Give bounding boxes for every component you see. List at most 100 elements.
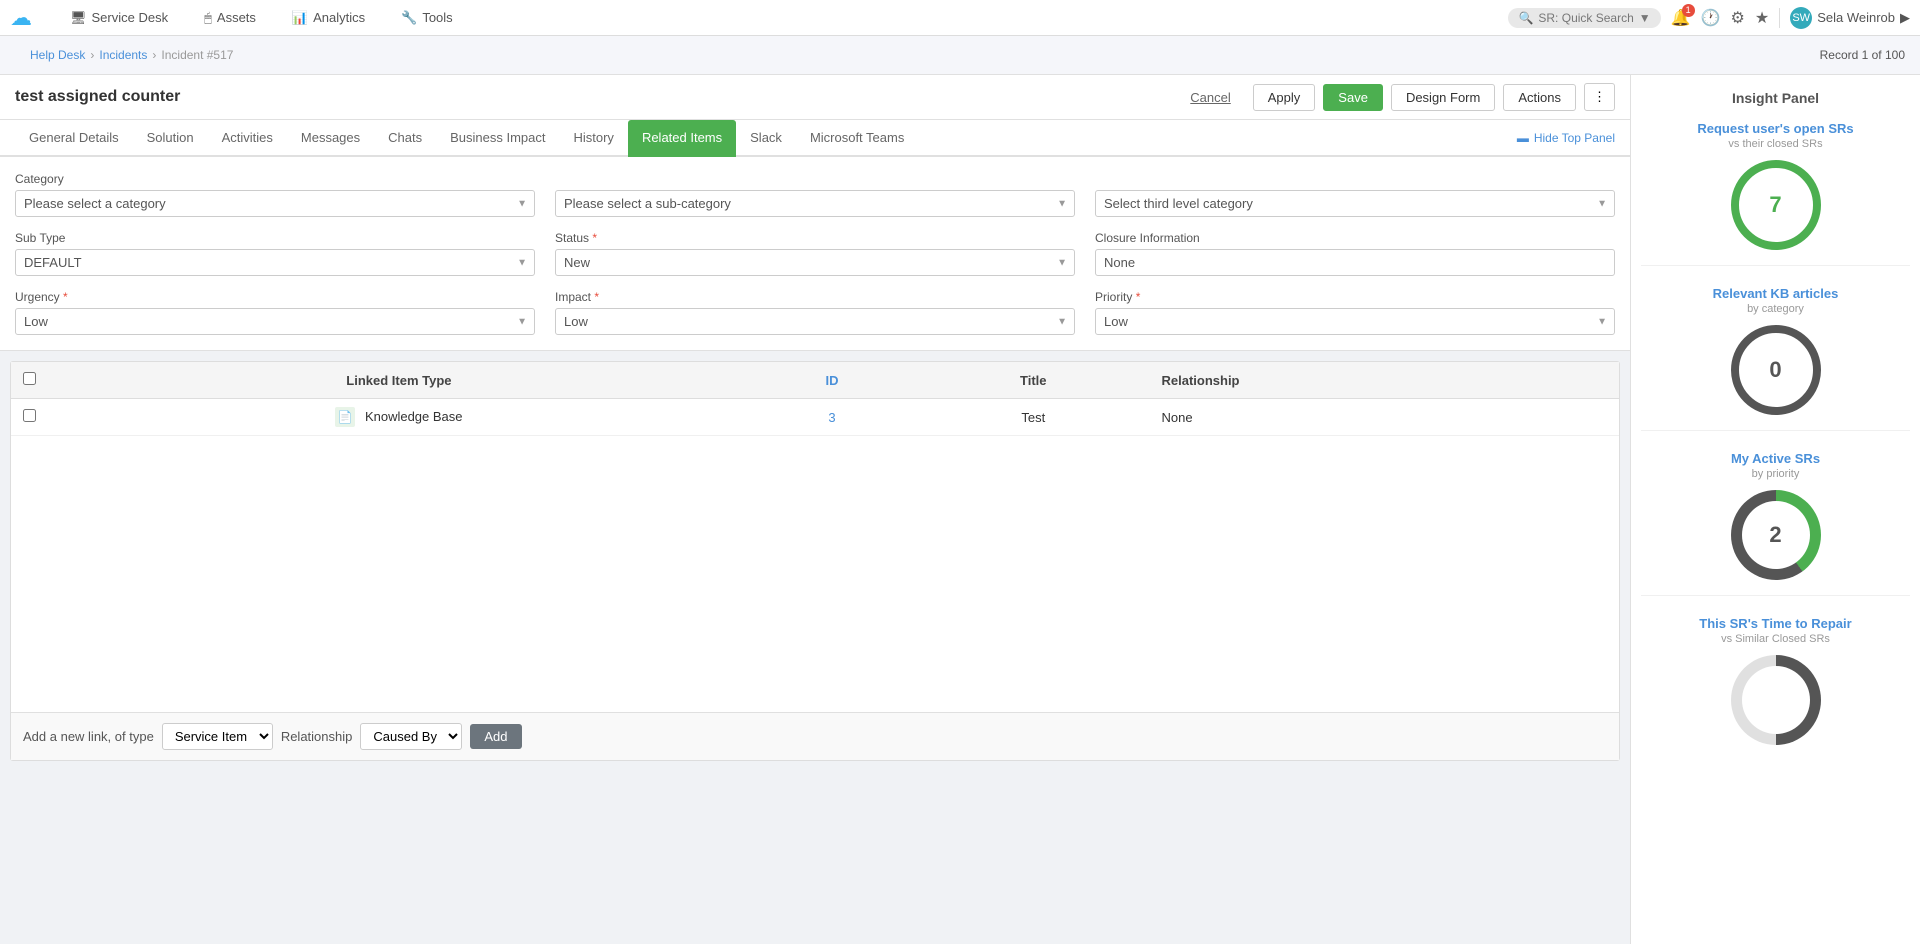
breadcrumb-sep2: ›: [152, 48, 156, 62]
impact-label: Impact *: [555, 290, 1075, 304]
linked-items-table: Linked Item Type ID Title Relationship: [11, 362, 1619, 712]
star-icon[interactable]: ★: [1755, 8, 1769, 28]
notification-badge: 1: [1682, 4, 1695, 17]
link-type-select[interactable]: Service Item: [162, 723, 273, 750]
tools-icon: 🔧: [401, 10, 417, 26]
subcategory-label: [555, 172, 1075, 186]
table-scroll-area[interactable]: Linked Item Type ID Title Relationship: [11, 362, 1619, 712]
table-row: 📄 Knowledge Base 3 Test None: [11, 399, 1619, 436]
urgency-row: Urgency * Low Impact * Low: [15, 290, 1615, 335]
tab-slack[interactable]: Slack: [736, 120, 796, 157]
subtype-select[interactable]: DEFAULT: [15, 249, 535, 276]
user-menu[interactable]: SW Sela Weinrob ▶: [1790, 7, 1910, 29]
subtype-group: Sub Type DEFAULT: [15, 231, 535, 276]
user-chevron-icon: ▶: [1900, 10, 1910, 26]
nav-tools[interactable]: 🔧 Tools: [393, 10, 461, 26]
logo-icon[interactable]: ☁: [10, 5, 32, 31]
closure-group: Closure Information: [1095, 231, 1615, 276]
hide-top-panel-button[interactable]: ▬ Hide Top Panel: [1517, 131, 1615, 145]
insight-card-repair-title: This SR's Time to Repair: [1641, 616, 1910, 631]
breadcrumb-sep1: ›: [90, 48, 94, 62]
tab-chats[interactable]: Chats: [374, 120, 436, 157]
row-checkbox[interactable]: [23, 409, 36, 422]
tabs-bar: General Details Solution Activities Mess…: [0, 120, 1630, 157]
tab-messages[interactable]: Messages: [287, 120, 374, 157]
insight-donut-gray: 0: [1731, 325, 1821, 415]
row-title-cell: Test: [917, 399, 1149, 436]
priority-select[interactable]: Low: [1095, 308, 1615, 335]
closure-input[interactable]: [1095, 249, 1615, 276]
subcategory-select[interactable]: Please select a sub-category: [555, 190, 1075, 217]
notifications-button[interactable]: 🔔 1: [1671, 8, 1691, 28]
add-link-label: Add a new link, of type: [23, 729, 154, 744]
settings-icon[interactable]: ⚙: [1731, 8, 1745, 28]
tab-general-details[interactable]: General Details: [15, 120, 133, 157]
page-title: test assigned counter: [15, 88, 1176, 106]
hide-panel-icon: ▬: [1517, 131, 1529, 145]
insight-donut-green: 7: [1731, 160, 1821, 250]
insight-card-time-to-repair: This SR's Time to Repair vs Similar Clos…: [1641, 616, 1910, 760]
status-label: Status *: [555, 231, 1075, 245]
third-level-select[interactable]: Select third level category: [1095, 190, 1615, 217]
breadcrumb-helpdesk[interactable]: Help Desk: [30, 48, 85, 62]
row-relationship-cell: None: [1149, 399, 1619, 436]
insight-card-active-srs: My Active SRs by priority 2: [1641, 451, 1910, 596]
assets-icon: 🖱: [204, 10, 212, 26]
insight-card-open-srs-subtitle: vs their closed SRs: [1641, 138, 1910, 150]
relationship-label: Relationship: [281, 729, 353, 744]
insight-card-repair-subtitle: vs Similar Closed SRs: [1641, 633, 1910, 645]
clock-icon[interactable]: 🕐: [1701, 8, 1721, 28]
category-label: Category: [15, 172, 535, 186]
insight-card-kb-title: Relevant KB articles: [1641, 286, 1910, 301]
nav-analytics[interactable]: 📊 Analytics: [284, 10, 373, 26]
breadcrumb-incidents[interactable]: Incidents: [99, 48, 147, 62]
impact-select[interactable]: Low: [555, 308, 1075, 335]
insight-card-active-title: My Active SRs: [1641, 451, 1910, 466]
tab-related-items[interactable]: Related Items: [628, 120, 736, 157]
subtype-label: Sub Type: [15, 231, 535, 245]
save-button[interactable]: Save: [1323, 84, 1383, 111]
relationship-select[interactable]: Caused By: [360, 723, 462, 750]
tab-activities[interactable]: Activities: [208, 120, 287, 157]
insight-donut-half: [1731, 655, 1821, 745]
urgency-label: Urgency *: [15, 290, 535, 304]
apply-button[interactable]: Apply: [1253, 84, 1316, 111]
third-level-category-group: Select third level category: [1095, 172, 1615, 217]
knowledge-base-icon: 📄: [335, 407, 355, 427]
select-all-checkbox[interactable]: [23, 372, 36, 385]
tab-history[interactable]: History: [559, 120, 627, 157]
tab-microsoft-teams[interactable]: Microsoft Teams: [796, 120, 918, 157]
user-avatar: SW: [1790, 7, 1812, 29]
nav-assets[interactable]: 🖱 Assets: [196, 10, 264, 26]
urgency-select[interactable]: Low: [15, 308, 535, 335]
breadcrumb: Help Desk › Incidents › Incident #517: [15, 42, 248, 68]
subtype-row: Sub Type DEFAULT Status * New: [15, 231, 1615, 276]
service-desk-icon: 🖥: [70, 10, 87, 26]
add-link-bar: Add a new link, of type Service Item Rel…: [11, 712, 1619, 760]
cancel-button[interactable]: Cancel: [1176, 85, 1244, 110]
status-group: Status * New: [555, 231, 1075, 276]
global-search[interactable]: 🔍 SR: Quick Search ▼: [1508, 8, 1660, 28]
category-select[interactable]: Please select a category: [15, 190, 535, 217]
third-level-label: [1095, 172, 1615, 186]
insight-donut-partial: 2: [1731, 490, 1821, 580]
col-header-check: [11, 362, 51, 399]
impact-group: Impact * Low: [555, 290, 1075, 335]
row-type-cell: 📄 Knowledge Base: [51, 399, 747, 436]
add-link-button[interactable]: Add: [470, 724, 521, 749]
chevron-down-icon: ▼: [1639, 11, 1651, 25]
row-id-cell[interactable]: 3: [747, 399, 917, 436]
actions-button[interactable]: Actions: [1503, 84, 1576, 111]
insight-panel-title: Insight Panel: [1641, 90, 1910, 106]
priority-label: Priority *: [1095, 290, 1615, 304]
tab-business-impact[interactable]: Business Impact: [436, 120, 559, 157]
status-select[interactable]: New: [555, 249, 1075, 276]
nav-service-desk[interactable]: 🖥 Service Desk: [62, 10, 176, 26]
actions-more-button[interactable]: ⋮: [1584, 83, 1615, 111]
tab-solution[interactable]: Solution: [133, 120, 208, 157]
search-icon: 🔍: [1518, 11, 1533, 25]
insight-card-kb-subtitle: by category: [1641, 303, 1910, 315]
design-form-button[interactable]: Design Form: [1391, 84, 1495, 111]
priority-group: Priority * Low: [1095, 290, 1615, 335]
category-row: Category Please select a category Please…: [15, 172, 1615, 217]
